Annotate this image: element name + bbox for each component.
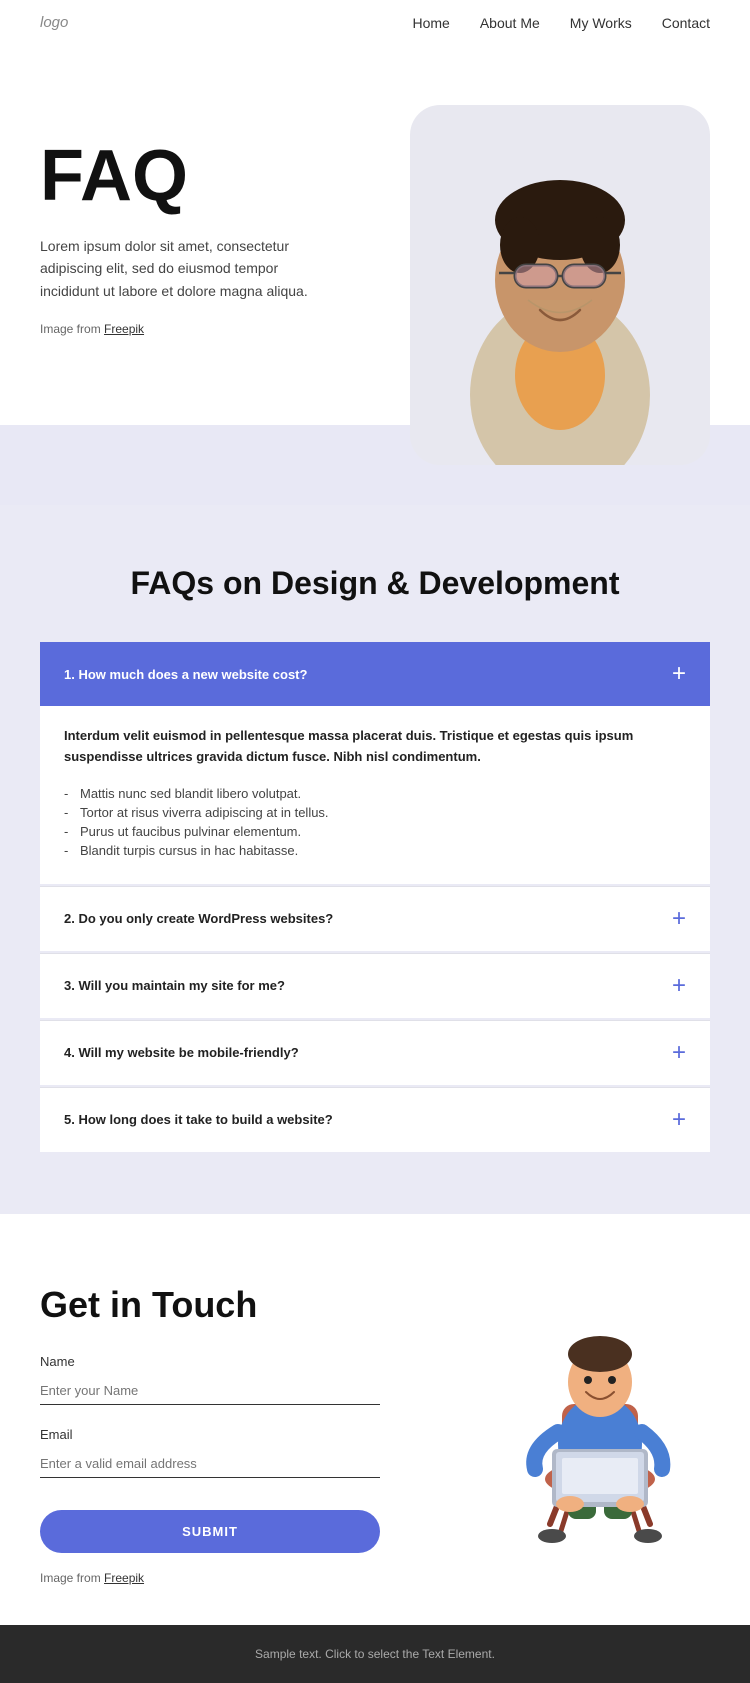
list-item: Blandit turpis cursus in hac habitasse. [64, 841, 686, 860]
hero-person-illustration [410, 105, 710, 465]
contact-illustration [490, 1284, 710, 1564]
faq-header-2[interactable]: 2. Do you only create WordPress websites… [40, 887, 710, 951]
freepik-link-contact[interactable]: Freepik [104, 1571, 144, 1585]
faq-header-1[interactable]: 1. How much does a new website cost? + [40, 642, 710, 706]
contact-person-svg [500, 1294, 700, 1554]
faq-item-2: 2. Do you only create WordPress websites… [40, 887, 710, 951]
contact-section: Get in Touch Name Email SUBMIT Image fro… [0, 1214, 750, 1625]
faq-item-4: 4. Will my website be mobile-friendly? + [40, 1021, 710, 1085]
freepik-link-hero[interactable]: Freepik [104, 322, 144, 336]
faq-body-1: Interdum velit euismod in pellentesque m… [40, 706, 710, 884]
faq-list: 1. How much does a new website cost? + I… [40, 642, 710, 1154]
hero-title: FAQ [40, 135, 410, 217]
logo: logo [40, 14, 68, 31]
nav-about[interactable]: About Me [480, 15, 540, 31]
submit-button[interactable]: SUBMIT [40, 1510, 380, 1553]
faq-header-3[interactable]: 3. Will you maintain my site for me? + [40, 954, 710, 1018]
faq-plus-icon-5: + [672, 1108, 686, 1132]
faq-heading: FAQs on Design & Development [40, 565, 710, 602]
name-form-group: Name [40, 1354, 380, 1405]
faq-question-1: 1. How much does a new website cost? [64, 667, 307, 682]
name-input[interactable] [40, 1377, 380, 1405]
hero-description: Lorem ipsum dolor sit amet, consectetur … [40, 235, 320, 302]
faq-question-2: 2. Do you only create WordPress websites… [64, 911, 333, 926]
list-item: Tortor at risus viverra adipiscing at in… [64, 803, 686, 822]
faq-item-3: 3. Will you maintain my site for me? + [40, 954, 710, 1018]
nav-links: Home About Me My Works Contact [412, 15, 710, 31]
faq-plus-icon-4: + [672, 1041, 686, 1065]
faq-question-4: 4. Will my website be mobile-friendly? [64, 1045, 299, 1060]
hero-image [410, 105, 710, 465]
email-input[interactable] [40, 1450, 380, 1478]
name-label: Name [40, 1354, 380, 1369]
faq-header-4[interactable]: 4. Will my website be mobile-friendly? + [40, 1021, 710, 1085]
email-form-group: Email [40, 1427, 380, 1478]
faq-plus-icon-2: + [672, 907, 686, 931]
email-label: Email [40, 1427, 380, 1442]
footer-text: Sample text. Click to select the Text El… [255, 1647, 495, 1661]
faq-question-3: 3. Will you maintain my site for me? [64, 978, 285, 993]
footer: Sample text. Click to select the Text El… [0, 1625, 750, 1683]
list-item: Mattis nunc sed blandit libero volutpat. [64, 784, 686, 803]
contact-image-credit: Image from Freepik [40, 1571, 380, 1585]
list-item: Purus ut faucibus pulvinar elementum. [64, 822, 686, 841]
hero-text: FAQ Lorem ipsum dolor sit amet, consecte… [40, 105, 410, 336]
faq-header-5[interactable]: 5. How long does it take to build a webs… [40, 1088, 710, 1152]
nav-works[interactable]: My Works [570, 15, 632, 31]
faq-plus-icon-3: + [672, 974, 686, 998]
hero-image-credit: Image from Freepik [40, 322, 410, 336]
navbar: logo Home About Me My Works Contact [0, 0, 750, 45]
contact-heading: Get in Touch [40, 1284, 380, 1326]
faq-question-5: 5. How long does it take to build a webs… [64, 1112, 333, 1127]
contact-form: Get in Touch Name Email SUBMIT Image fro… [40, 1284, 380, 1585]
faq-item-1: 1. How much does a new website cost? + I… [40, 642, 710, 884]
nav-contact[interactable]: Contact [662, 15, 710, 31]
faq-answer-list-1: Mattis nunc sed blandit libero volutpat.… [64, 784, 686, 860]
nav-home[interactable]: Home [412, 15, 449, 31]
faq-item-5: 5. How long does it take to build a webs… [40, 1088, 710, 1152]
faq-section: FAQs on Design & Development 1. How much… [0, 505, 750, 1214]
hero-section: FAQ Lorem ipsum dolor sit amet, consecte… [0, 45, 750, 465]
faq-answer-bold-1: Interdum velit euismod in pellentesque m… [64, 726, 686, 768]
faq-plus-icon-1: + [672, 662, 686, 686]
